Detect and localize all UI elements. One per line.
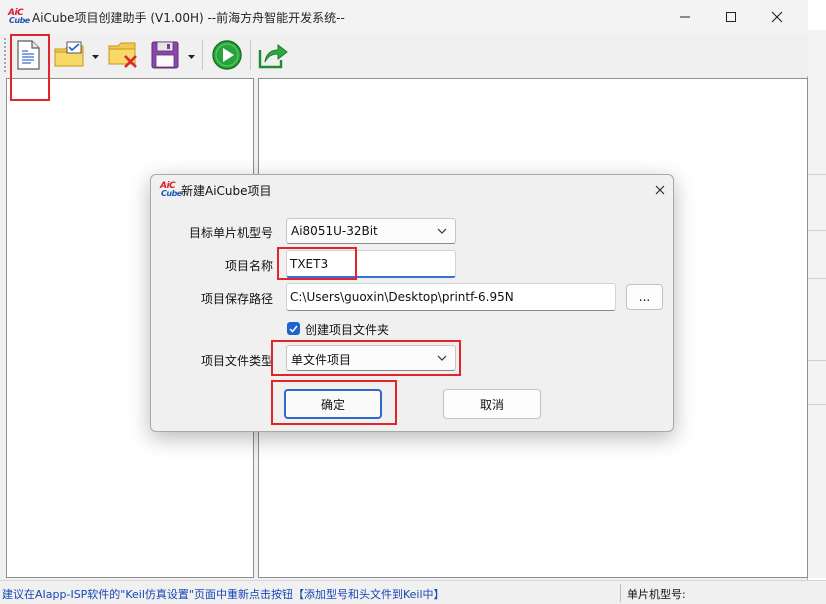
ok-button[interactable]: 确定 bbox=[284, 389, 382, 419]
document-icon bbox=[17, 40, 40, 70]
share-arrow-icon bbox=[258, 43, 288, 69]
cancel-button[interactable]: 取消 bbox=[443, 389, 541, 419]
run-button[interactable] bbox=[210, 38, 244, 72]
window-title: AiCube项目创建助手 (V1.00H) --前海方舟智能开发系统-- bbox=[32, 11, 345, 25]
background-window-panel bbox=[806, 30, 826, 578]
chevron-down-icon bbox=[437, 355, 447, 361]
dropdown-arrow-icon bbox=[187, 54, 195, 59]
save-path-input[interactable]: C:\Users\guoxin\Desktop\printf-6.95N bbox=[286, 283, 616, 311]
open-project-dropdown[interactable] bbox=[90, 52, 100, 62]
toolbar-separator bbox=[250, 40, 251, 70]
file-type-select-value: 单文件项目 bbox=[291, 353, 352, 367]
new-project-dialog: AiC Cube 新建AiCube项目 目标单片机型号 Ai8051U-32Bi… bbox=[150, 174, 674, 432]
create-folder-label[interactable]: 创建项目文件夹 bbox=[305, 321, 389, 338]
close-project-button[interactable] bbox=[106, 38, 140, 72]
save-project-dropdown[interactable] bbox=[186, 52, 196, 62]
status-hint: 建议在AIapp-ISP软件的"Keil仿真设置"页面中重新点击按钮【添加型号和… bbox=[2, 588, 445, 601]
create-folder-checkbox[interactable] bbox=[287, 322, 300, 335]
status-mcu-label: 单片机型号: bbox=[627, 588, 686, 601]
minimize-icon bbox=[680, 16, 690, 18]
dialog-close-button[interactable] bbox=[649, 179, 671, 201]
mcu-label: 目标单片机型号 bbox=[188, 226, 273, 240]
play-icon bbox=[212, 40, 242, 70]
status-divider bbox=[620, 584, 621, 602]
checkmark-icon bbox=[289, 325, 298, 333]
new-project-button[interactable] bbox=[11, 38, 45, 72]
mcu-select[interactable]: Ai8051U-32Bit bbox=[286, 218, 456, 244]
browse-button[interactable]: ... bbox=[626, 284, 663, 310]
folder-check-icon bbox=[54, 41, 84, 67]
mcu-select-value: Ai8051U-32Bit bbox=[291, 224, 378, 238]
close-icon bbox=[655, 185, 665, 195]
save-path-value: C:\Users\guoxin\Desktop\printf-6.95N bbox=[290, 290, 514, 304]
export-button[interactable] bbox=[256, 38, 290, 72]
aicube-logo-icon: AiC Cube bbox=[160, 181, 182, 198]
dropdown-arrow-icon bbox=[91, 54, 99, 59]
save-path-label: 项目保存路径 bbox=[200, 292, 273, 306]
file-type-select[interactable]: 单文件项目 bbox=[286, 345, 456, 371]
close-icon bbox=[771, 11, 783, 23]
floppy-disk-icon bbox=[151, 41, 179, 69]
close-window-button[interactable] bbox=[754, 4, 800, 30]
file-type-label: 项目文件类型 bbox=[200, 354, 273, 368]
project-name-label: 项目名称 bbox=[224, 259, 273, 273]
maximize-icon bbox=[726, 12, 736, 22]
status-bar: 建议在AIapp-ISP软件的"Keil仿真设置"页面中重新点击按钮【添加型号和… bbox=[0, 580, 826, 604]
toolbar-grip[interactable] bbox=[4, 38, 7, 72]
open-project-button[interactable] bbox=[52, 38, 86, 72]
chevron-down-icon bbox=[437, 228, 447, 234]
minimize-button[interactable] bbox=[662, 4, 708, 30]
maximize-button[interactable] bbox=[708, 4, 754, 30]
aicube-logo-icon: AiC Cube bbox=[8, 8, 30, 25]
title-bar: AiC Cube AiCube项目创建助手 (V1.00H) --前海方舟智能开… bbox=[0, 0, 808, 34]
save-project-button[interactable] bbox=[148, 38, 182, 72]
toolbar bbox=[0, 34, 808, 76]
project-name-input[interactable]: TXET3 bbox=[286, 250, 456, 278]
folder-delete-icon bbox=[108, 42, 137, 68]
toolbar-separator bbox=[202, 40, 203, 70]
project-name-value: TXET3 bbox=[290, 257, 329, 271]
dialog-title: 新建AiCube项目 bbox=[181, 184, 272, 198]
